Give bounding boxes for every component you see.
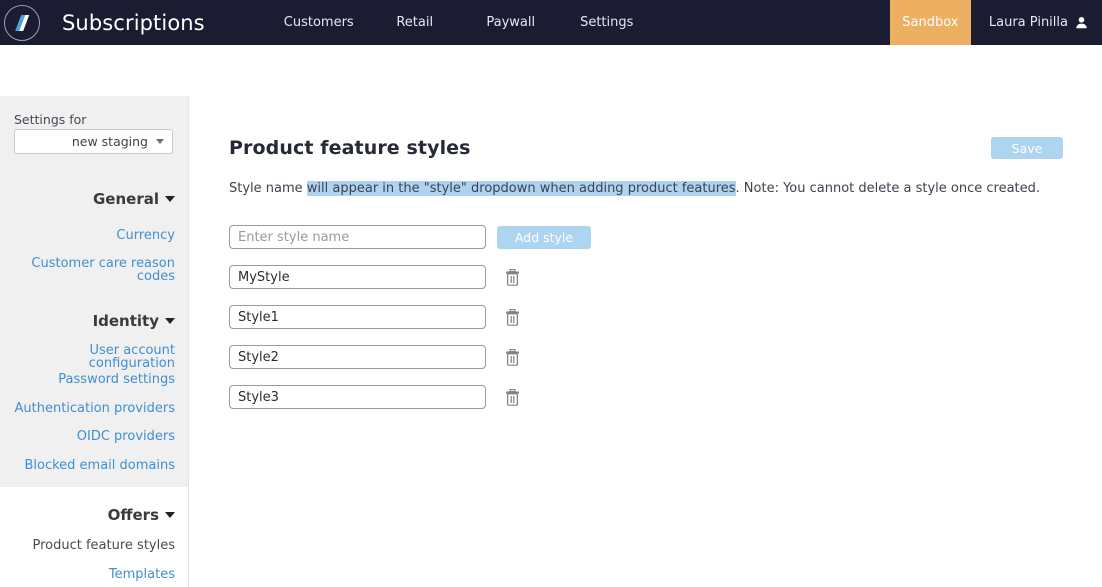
app-title: Subscriptions: [62, 10, 205, 35]
sidebar-group-general-label: General: [93, 190, 159, 208]
user-menu[interactable]: Laura Pinilla: [971, 0, 1102, 45]
chevron-down-icon: [165, 512, 175, 518]
chevron-down-icon: [156, 139, 164, 144]
chevron-down-icon: [165, 318, 175, 324]
sidebar-item-oidc-providers[interactable]: OIDC providers: [0, 430, 189, 443]
add-style-row: Add style: [229, 225, 591, 249]
sidebar-group-offers-label: Offers: [107, 506, 159, 524]
delete-style-button[interactable]: [504, 348, 520, 366]
atom-logo-icon: [4, 4, 40, 41]
app-logo[interactable]: [0, 0, 44, 45]
delete-style-button[interactable]: [504, 268, 520, 286]
settings-sidebar-lower: Offers Product feature styles Templates: [0, 487, 189, 587]
trash-icon: [505, 308, 520, 326]
help-text-prefix: Style name: [229, 181, 307, 196]
delete-style-button[interactable]: [504, 308, 520, 326]
trash-icon: [505, 348, 520, 366]
sidebar-group-general[interactable]: General: [0, 192, 189, 207]
delete-style-button[interactable]: [504, 388, 520, 406]
style-row: [229, 265, 520, 289]
environment-select-value: new staging: [71, 134, 148, 149]
style-row: [229, 385, 520, 409]
style-input[interactable]: [229, 265, 486, 289]
sidebar-item-currency[interactable]: Currency: [0, 229, 189, 242]
sidebar-item-user-account-configuration[interactable]: User account configuration: [0, 344, 189, 370]
sidebar-item-customer-care-reason-codes[interactable]: Customer care reason codes: [0, 257, 189, 283]
save-button[interactable]: Save: [991, 137, 1063, 159]
main-nav: Customers Retail Paywall Settings: [271, 0, 890, 45]
add-style-button[interactable]: Add style: [497, 225, 591, 249]
sidebar-group-identity[interactable]: Identity: [0, 314, 189, 329]
help-text: Style name will appear in the "style" dr…: [229, 181, 1040, 196]
style-row: [229, 345, 520, 369]
page-title: Product feature styles: [229, 137, 471, 159]
sidebar-group-identity-label: Identity: [92, 312, 159, 330]
sidebar-item-blocked-email-domains[interactable]: Blocked email domains: [0, 459, 189, 472]
settings-sidebar: Settings for new staging General Currenc…: [0, 96, 189, 487]
nav-item-paywall[interactable]: Paywall: [463, 15, 559, 30]
user-name-label: Laura Pinilla: [988, 15, 1068, 30]
sidebar-item-password-settings[interactable]: Password settings: [0, 373, 189, 386]
help-text-suffix: . Note: You cannot delete a style once c…: [735, 181, 1041, 196]
trash-icon: [505, 268, 520, 286]
environment-select[interactable]: new staging: [14, 129, 173, 154]
main-content: Product feature styles Save Style name w…: [190, 45, 1102, 587]
sidebar-item-product-feature-styles[interactable]: Product feature styles: [0, 539, 189, 552]
sidebar-group-offers[interactable]: Offers: [0, 508, 189, 523]
nav-item-settings[interactable]: Settings: [559, 15, 655, 30]
help-text-selection: will appear in the "style" dropdown when…: [306, 181, 736, 196]
top-navigation-bar: Subscriptions Customers Retail Paywall S…: [0, 0, 1102, 45]
settings-for-label: Settings for: [14, 112, 87, 127]
nav-item-customers[interactable]: Customers: [271, 15, 367, 30]
style-row: [229, 305, 520, 329]
sidebar-item-authentication-providers[interactable]: Authentication providers: [0, 402, 189, 415]
nav-item-retail[interactable]: Retail: [367, 15, 463, 30]
sidebar-item-templates[interactable]: Templates: [0, 568, 189, 581]
environment-badge[interactable]: Sandbox: [889, 0, 971, 45]
new-style-input[interactable]: [229, 225, 486, 249]
trash-icon: [505, 388, 520, 406]
style-input[interactable]: [229, 305, 486, 329]
user-avatar-icon: [1075, 16, 1088, 29]
chevron-down-icon: [165, 196, 175, 202]
style-input[interactable]: [229, 385, 486, 409]
style-input[interactable]: [229, 345, 486, 369]
